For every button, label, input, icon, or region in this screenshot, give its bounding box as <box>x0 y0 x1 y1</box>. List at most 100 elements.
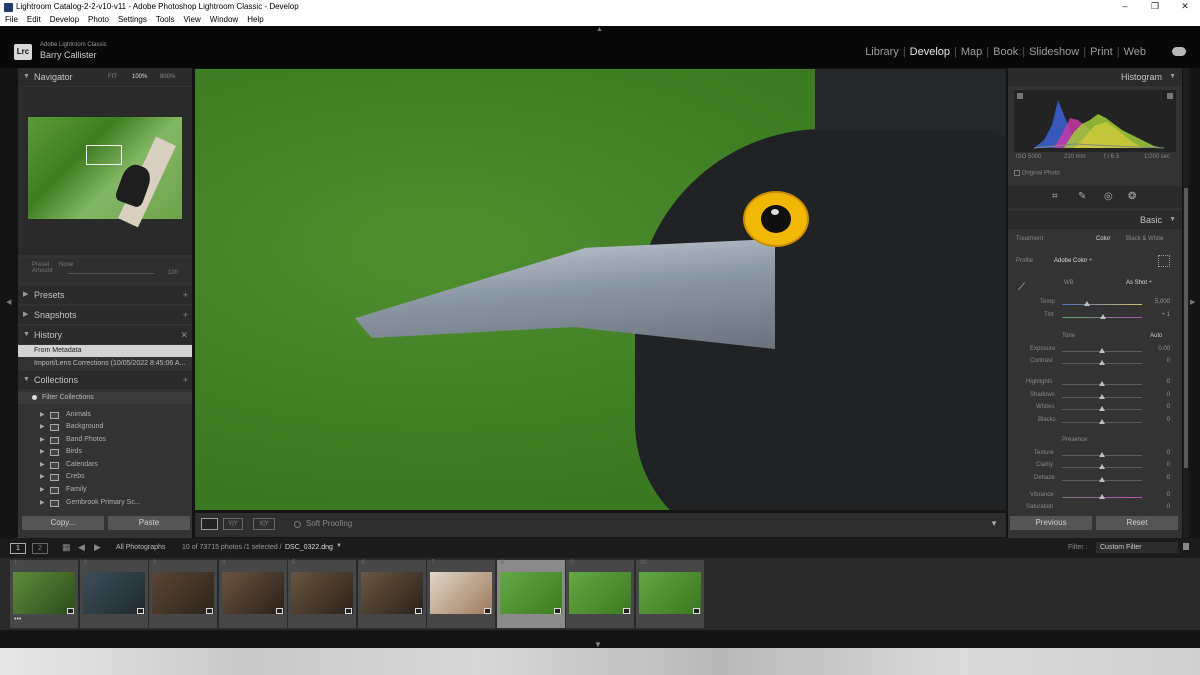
navigator-zoom-frame[interactable] <box>86 145 122 165</box>
slider-knob[interactable] <box>1084 301 1090 306</box>
exposure-slider[interactable] <box>1062 348 1142 353</box>
history-header[interactable]: ▼ History ✕ <box>18 326 192 344</box>
exposure-value[interactable]: 0.00 <box>1158 346 1170 352</box>
filename[interactable]: DSC_0322.dng <box>285 544 333 551</box>
slider-knob[interactable] <box>1099 464 1105 469</box>
add-snapshot-icon[interactable]: + <box>183 306 188 324</box>
masking-icon[interactable]: ❂ <box>1128 191 1136 202</box>
blacks-slider[interactable] <box>1062 419 1142 424</box>
collection-item[interactable]: ▶ Calendars <box>18 459 192 471</box>
scrollbar-thumb[interactable] <box>1184 188 1188 468</box>
crop-icon[interactable]: ⌗ <box>1052 191 1058 202</box>
menu-edit[interactable]: Edit <box>22 14 45 26</box>
source-label[interactable]: All Photographs <box>116 544 165 551</box>
shadows-value[interactable]: 0 <box>1167 392 1170 398</box>
contrast-slider[interactable] <box>1062 360 1142 365</box>
texture-value[interactable]: 0 <box>1167 450 1170 456</box>
slider-knob[interactable] <box>1099 381 1105 386</box>
history-item[interactable]: Import/Lens Corrections (10/05/2022 8:45… <box>18 358 192 370</box>
collections-header[interactable]: ▼ Collections + <box>18 371 192 389</box>
saturation-value[interactable]: 0 <box>1167 504 1170 510</box>
zoom-fit[interactable]: FIT <box>108 68 117 86</box>
collection-item[interactable]: ▶ Background <box>18 421 192 433</box>
contrast-value[interactable]: 0 <box>1167 358 1170 364</box>
presets-header[interactable]: ▶ Presets + <box>18 286 192 304</box>
before-after-button[interactable]: Y|Y <box>223 518 243 530</box>
vibrance-slider[interactable] <box>1062 494 1142 499</box>
close-button[interactable]: ✕ <box>1170 0 1200 14</box>
highlight-clipping-icon[interactable] <box>1167 93 1173 99</box>
shadow-clipping-icon[interactable] <box>1017 93 1023 99</box>
loupe-view-icon[interactable] <box>201 518 218 530</box>
slider-knob[interactable] <box>1099 494 1105 499</box>
clarity-value[interactable]: 0 <box>1167 462 1170 468</box>
main-photo-view[interactable] <box>195 69 1006 510</box>
dehaze-slider[interactable] <box>1062 477 1142 482</box>
shadows-slider[interactable] <box>1062 394 1142 399</box>
whites-value[interactable]: 0 <box>1167 404 1170 410</box>
module-web[interactable]: Web <box>1124 46 1146 58</box>
menu-settings[interactable]: Settings <box>113 14 151 26</box>
module-develop[interactable]: Develop <box>910 46 950 58</box>
profile-select[interactable]: Adobe Color ÷ <box>1054 258 1092 264</box>
wb-eyedropper-icon[interactable]: ⟋ <box>1018 282 1025 293</box>
preset-value[interactable]: None <box>59 262 73 268</box>
whites-slider[interactable] <box>1062 406 1142 411</box>
auto-button[interactable]: Auto <box>1150 333 1162 339</box>
collection-item[interactable]: ▶ Family <box>18 484 192 496</box>
dehaze-value[interactable]: 0 <box>1167 475 1170 481</box>
highlights-slider[interactable] <box>1062 381 1142 386</box>
filter-collections[interactable]: Filter Collections <box>18 392 192 404</box>
before-after-split-button[interactable]: X|Y <box>253 518 275 530</box>
right-panel-scrollbar[interactable] <box>1183 68 1189 538</box>
add-preset-icon[interactable]: + <box>183 286 188 304</box>
filmstrip-thumbnail[interactable]: 4 <box>218 560 287 628</box>
collection-item[interactable]: ▶ Gembrook Primary Sc... <box>18 497 192 509</box>
treatment-bw[interactable]: Black & White <box>1126 236 1163 242</box>
slider-knob[interactable] <box>1099 394 1105 399</box>
left-panel-arrow-icon[interactable]: ◀ <box>6 298 11 306</box>
back-arrow-icon[interactable]: ◀ <box>78 542 85 553</box>
module-book[interactable]: Book <box>993 46 1018 58</box>
filmstrip-thumbnail[interactable]: 6 <box>357 560 426 628</box>
secondary-window-button[interactable]: 2 <box>32 543 48 554</box>
filmstrip-thumbnail[interactable]: 2 <box>79 560 148 628</box>
basic-header[interactable]: Basic ▼ <box>1008 211 1182 229</box>
soft-proofing-checkbox[interactable] <box>294 521 301 528</box>
navigator-header[interactable]: ▼ Navigator FIT 100% 800% <box>18 68 192 86</box>
clarity-slider[interactable] <box>1062 464 1142 469</box>
lock-icon[interactable] <box>1183 543 1189 550</box>
filmstrip-thumbnail[interactable]: 5 <box>288 560 356 628</box>
module-library[interactable]: Library <box>865 46 899 58</box>
profile-browser-icon[interactable] <box>1158 255 1170 267</box>
module-map[interactable]: Map <box>961 46 982 58</box>
slider-knob[interactable] <box>1099 477 1105 482</box>
navigator-image[interactable] <box>28 117 182 228</box>
slider-knob[interactable] <box>1099 406 1105 411</box>
clear-history-icon[interactable]: ✕ <box>180 326 188 344</box>
temp-slider[interactable] <box>1062 301 1142 306</box>
grid-icon[interactable]: ▦ <box>62 542 71 553</box>
slider-knob[interactable] <box>1099 419 1105 424</box>
reset-button[interactable]: Reset <box>1096 516 1178 530</box>
collection-item[interactable]: ▶ Crebs <box>18 471 192 483</box>
cloud-icon[interactable] <box>1172 47 1186 56</box>
collection-item[interactable]: ▶ Birds <box>18 446 192 458</box>
copy-settings-button[interactable]: Copy... <box>22 516 104 530</box>
slider-knob[interactable] <box>1099 360 1105 365</box>
forward-arrow-icon[interactable]: ▶ <box>94 542 101 553</box>
add-collection-icon[interactable]: + <box>183 371 188 389</box>
menu-view[interactable]: View <box>179 14 205 26</box>
slider-knob[interactable] <box>1099 452 1105 457</box>
vibrance-value[interactable]: 0 <box>1167 492 1170 498</box>
temp-value[interactable]: 5,000 <box>1155 299 1170 305</box>
histogram[interactable] <box>1014 90 1176 152</box>
toolbar-menu-icon[interactable]: ▼ <box>990 519 998 528</box>
module-print[interactable]: Print <box>1090 46 1113 58</box>
filmstrip-thumbnail[interactable]: 10 <box>635 560 704 628</box>
filmstrip-thumbnail[interactable]: 8 <box>496 560 565 628</box>
blacks-value[interactable]: 0 <box>1167 417 1170 423</box>
right-panel-arrow-icon[interactable]: ▶ <box>1190 298 1195 306</box>
menu-window[interactable]: Window <box>205 14 242 26</box>
module-slideshow[interactable]: Slideshow <box>1029 46 1079 58</box>
